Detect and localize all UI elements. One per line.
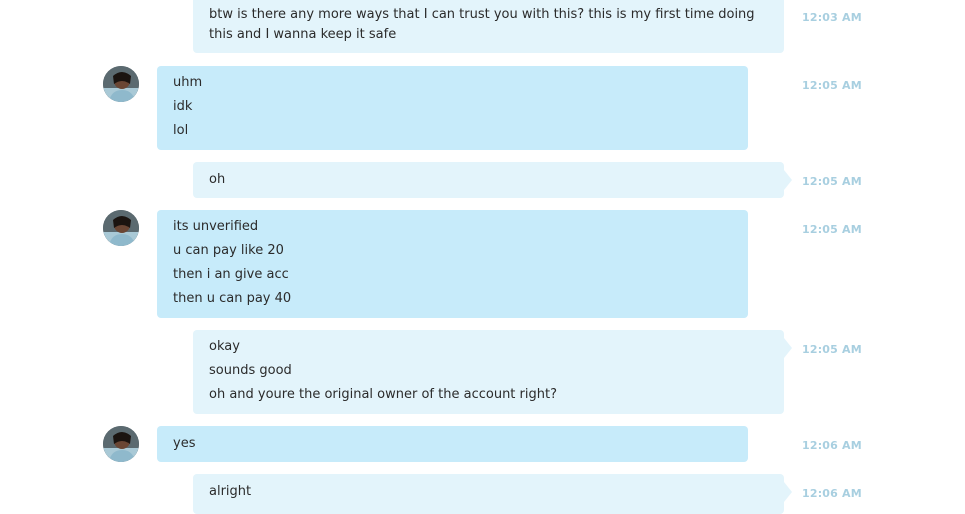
message-bubble-incoming[interactable]: yes — [157, 426, 748, 462]
message-text: its unverified — [173, 219, 259, 234]
message-bubble-outgoing[interactable]: alright — [193, 474, 792, 514]
message-timestamp: 12:05 AM — [802, 175, 862, 188]
message-text: lol — [173, 123, 189, 138]
message-text: idk — [173, 99, 193, 114]
message-bubble-outgoing[interactable]: oh — [193, 162, 792, 198]
message-text: oh and youre the original owner of the a… — [209, 387, 557, 402]
message-text: u can pay like 20 — [173, 243, 284, 258]
message-text: uhm — [173, 75, 203, 90]
contact-avatar-icon[interactable] — [103, 210, 139, 246]
message-text: btw is there any more ways that I can tr… — [209, 7, 755, 42]
message-bubble-outgoing[interactable]: okay sounds good oh and youre the origin… — [193, 330, 792, 414]
message-timestamp: 12:05 AM — [802, 343, 862, 356]
message-bubble-incoming[interactable]: its unverified u can pay like 20 then i … — [157, 210, 748, 318]
message-bubble-incoming[interactable]: uhm idk lol — [157, 66, 748, 150]
message-timestamp: 12:06 AM — [802, 487, 862, 500]
message-text: yes — [173, 436, 196, 451]
message-text: oh — [209, 172, 226, 187]
message-bubble-outgoing[interactable]: btw is there any more ways that I can tr… — [193, 0, 784, 53]
message-timestamp: 12:05 AM — [802, 79, 862, 92]
message-text: okay — [209, 339, 240, 354]
message-timestamp: 12:06 AM — [802, 439, 862, 452]
message-text: then u can pay 40 — [173, 291, 292, 306]
contact-avatar-icon[interactable] — [103, 66, 139, 102]
message-timestamp: 12:05 AM — [802, 223, 862, 236]
contact-avatar-icon[interactable] — [103, 426, 139, 462]
message-timestamp: 12:03 AM — [802, 11, 862, 24]
message-text: sounds good — [209, 363, 292, 378]
message-text: alright — [209, 484, 252, 499]
message-text: then i an give acc — [173, 267, 289, 282]
